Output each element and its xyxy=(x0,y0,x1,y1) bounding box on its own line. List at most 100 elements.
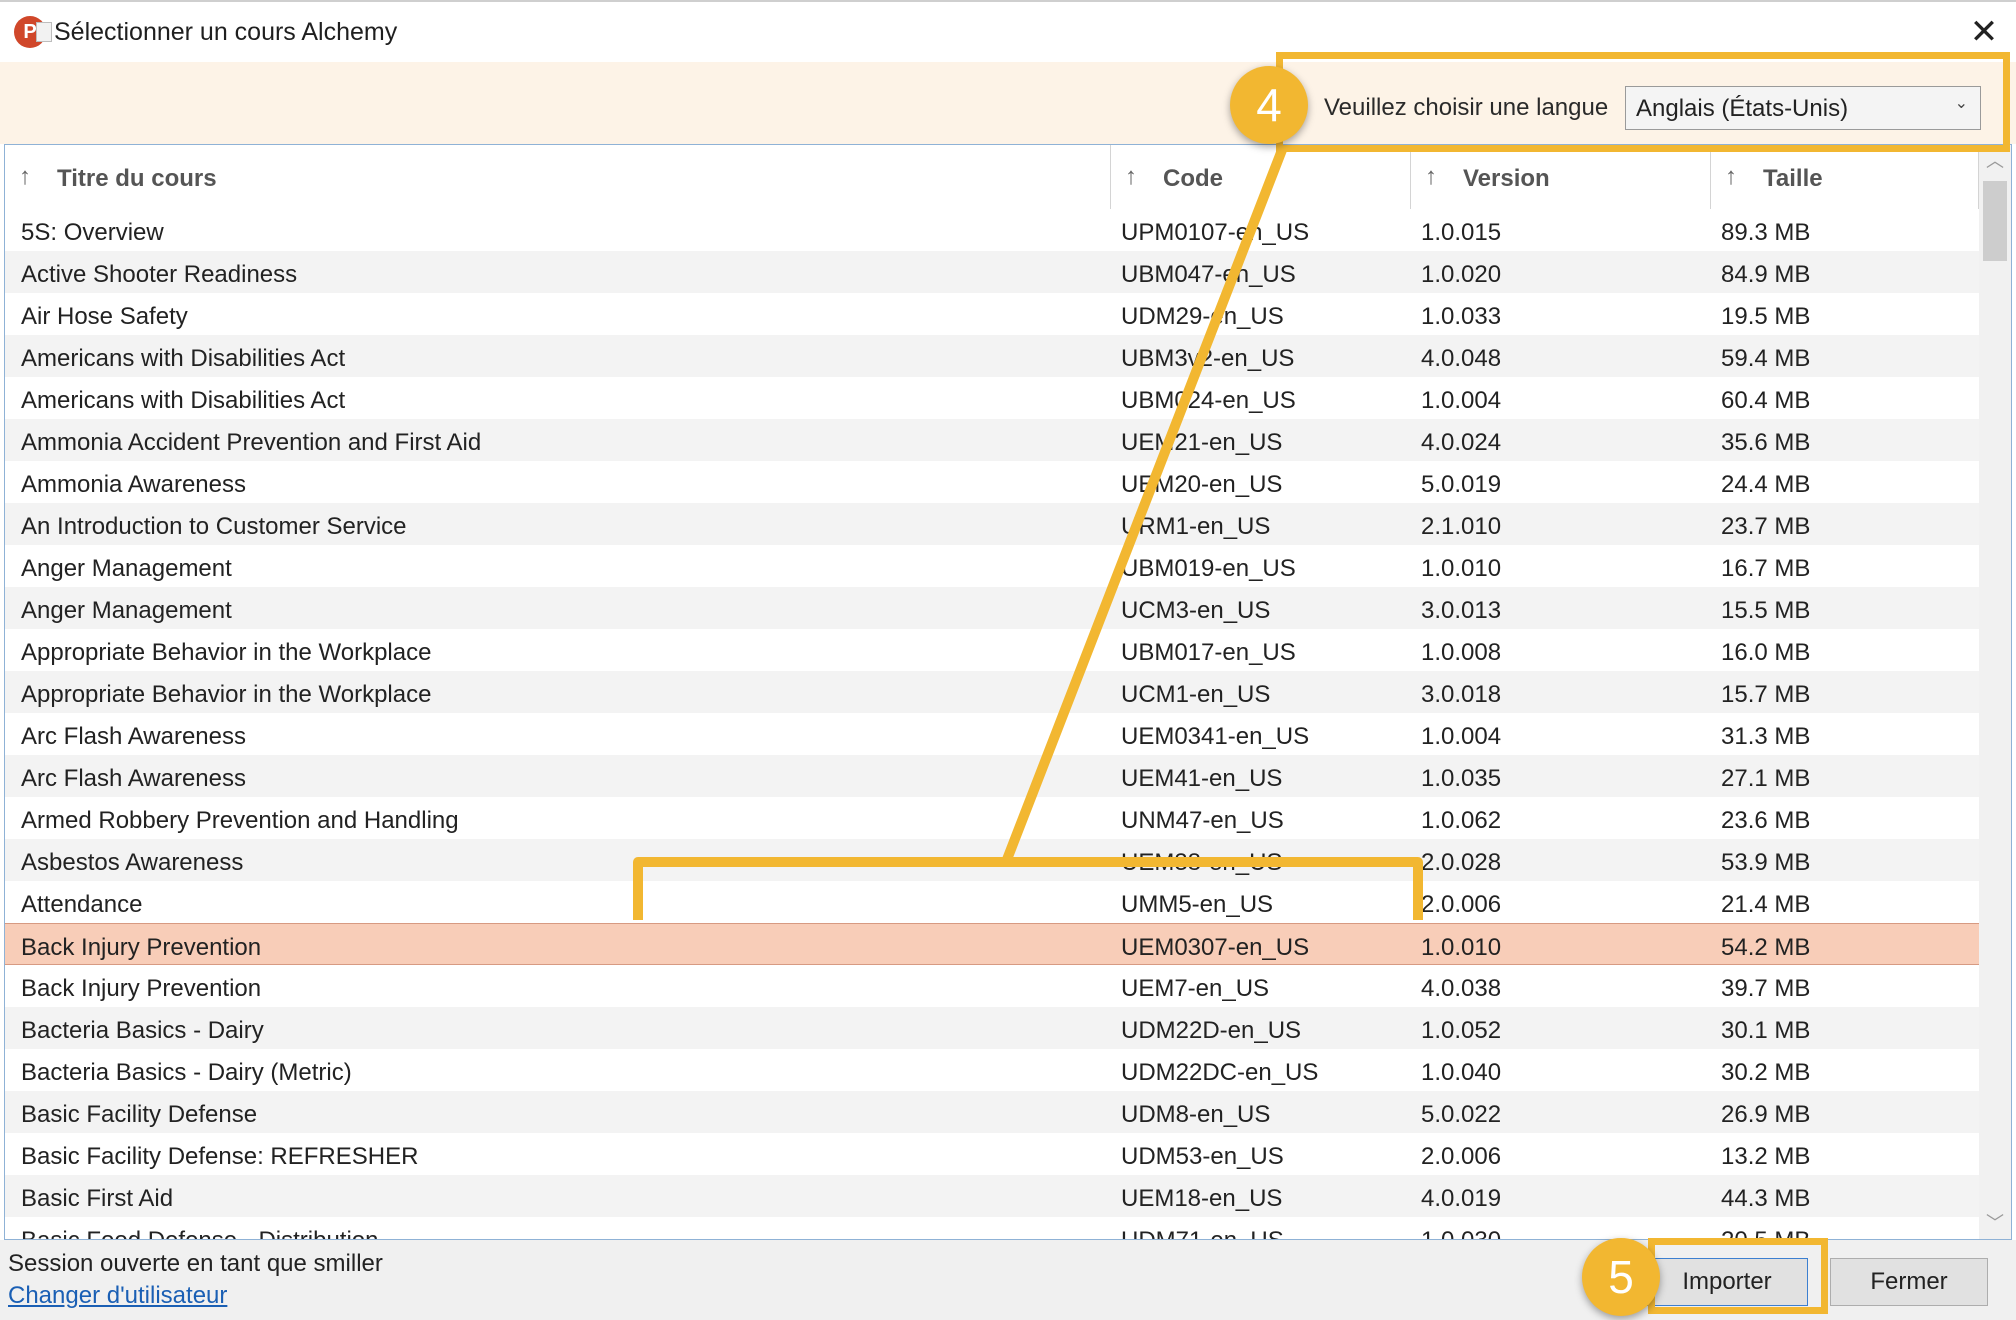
course-title-cell: Asbestos Awareness xyxy=(21,849,244,876)
table-row[interactable]: Basic First Aid UEM18-en_US 4.0.019 44.3 MB xyxy=(5,1175,1979,1217)
course-code-cell: UEM18-en_US xyxy=(1121,1185,1283,1212)
table-row[interactable]: Asbestos Awareness UEM38-en_US 2.0.028 53.9… xyxy=(5,839,1979,881)
table-row[interactable]: Arc Flash Awareness UEM41-en_US 1.0.035 27.… xyxy=(5,755,1979,797)
course-size-cell: 13.2 MB xyxy=(1721,1143,1811,1170)
table-row[interactable]: Bacteria Basics - Dairy UDM22D-en_US 1.0.0… xyxy=(5,1007,1979,1049)
step5-badge: 5 xyxy=(1582,1238,1660,1316)
table-row[interactable]: An Introduction to Customer Service URM1-… xyxy=(5,503,1979,545)
course-size-cell: 19.5 MB xyxy=(1721,303,1811,330)
course-title-cell: Back Injury Prevention xyxy=(21,975,262,1002)
course-version-cell: 1.0.004 xyxy=(1421,723,1502,750)
course-version-cell: 1.0.020 xyxy=(1421,261,1502,288)
table-row[interactable]: 5S: Overview UPM0107-en_US 1.0.015 89.3 MB xyxy=(5,209,1979,251)
course-code-cell: UEM0307-en_US xyxy=(1121,934,1310,961)
course-rows: 5S: Overview UPM0107-en_US 1.0.015 89.3 MB A… xyxy=(5,209,1979,1239)
course-version-cell: 1.0.035 xyxy=(1421,765,1502,792)
course-size-cell: 15.7 MB xyxy=(1721,681,1811,708)
course-version-cell: 1.0.062 xyxy=(1421,807,1502,834)
table-row[interactable]: Ammonia Awareness UEM20-en_US 5.0.019 24.4 … xyxy=(5,461,1979,503)
course-code-cell: UBM019-en_US xyxy=(1121,555,1296,582)
course-size-cell: 30.1 MB xyxy=(1721,1017,1811,1044)
close-button[interactable]: Fermer xyxy=(1830,1258,1988,1306)
course-version-cell: 1.0.040 xyxy=(1421,1059,1502,1086)
list-header: ↑ Titre du cours ↑ Code ↑ Version ↑ Tail… xyxy=(5,145,1979,210)
course-version-cell: 4.0.048 xyxy=(1421,345,1502,372)
course-title-cell: Attendance xyxy=(21,891,143,918)
course-title-cell: Appropriate Behavior in the Workplace xyxy=(21,639,432,666)
course-size-cell: 21.4 MB xyxy=(1721,891,1811,918)
course-size-cell: 39.7 MB xyxy=(1721,975,1811,1002)
scroll-down-icon[interactable]: ﹀ xyxy=(1979,1207,2011,1239)
course-title-cell: Air Hose Safety xyxy=(21,303,188,330)
course-size-cell: 27.1 MB xyxy=(1721,765,1811,792)
table-row[interactable]: Americans with Disabilities Act UBM3v2-en… xyxy=(5,335,1979,377)
course-version-cell: 1.0.030 xyxy=(1421,1227,1501,1239)
column-header-size[interactable]: ↑ Taille xyxy=(1711,145,1979,209)
table-row[interactable]: Appropriate Behavior in the Workplace UCM… xyxy=(5,671,1979,713)
course-size-cell: 60.4 MB xyxy=(1721,387,1811,414)
window-title: Sélectionner un cours Alchemy xyxy=(54,18,398,46)
switch-user-link[interactable]: Changer d'utilisateur xyxy=(8,1282,227,1310)
column-header-version[interactable]: ↑ Version xyxy=(1411,145,1711,209)
course-title-cell: Back Injury Prevention xyxy=(21,934,262,961)
course-version-cell: 4.0.038 xyxy=(1421,975,1502,1002)
table-row[interactable]: Basic Facility Defense: REFRESHER UDM53-e… xyxy=(5,1133,1979,1175)
course-size-cell: 84.9 MB xyxy=(1721,261,1811,288)
session-status: Session ouverte en tant que smiller xyxy=(8,1250,383,1277)
column-header-title[interactable]: ↑ Titre du cours xyxy=(5,145,1111,209)
course-title-cell: Arc Flash Awareness xyxy=(21,723,246,750)
table-row[interactable]: Armed Robbery Prevention and Handling UNM… xyxy=(5,797,1979,839)
course-version-cell: 1.0.008 xyxy=(1421,639,1502,666)
course-size-cell: 26.9 MB xyxy=(1721,1101,1811,1128)
course-title-cell: An Introduction to Customer Service xyxy=(21,513,407,540)
table-row[interactable]: Back Injury Prevention UEM7-en_US 4.0.038 3… xyxy=(5,965,1979,1007)
table-row[interactable]: Americans with Disabilities Act UBM024-en… xyxy=(5,377,1979,419)
course-version-cell: 4.0.019 xyxy=(1421,1185,1502,1212)
course-size-cell: 15.5 MB xyxy=(1721,597,1811,624)
table-row[interactable]: Appropriate Behavior in the Workplace UBM… xyxy=(5,629,1979,671)
course-version-cell: 1.0.010 xyxy=(1421,934,1502,961)
course-version-cell: 3.0.013 xyxy=(1421,597,1502,624)
table-row[interactable]: Bacteria Basics - Dairy (Metric) UDM22DC-… xyxy=(5,1049,1979,1091)
course-code-cell: URM1-en_US xyxy=(1121,513,1271,540)
table-row[interactable]: Basic Food Defense - Distribution UDM71-e… xyxy=(5,1217,1979,1239)
table-row[interactable]: Air Hose Safety UDM29-en_US 1.0.033 19.5 MB xyxy=(5,293,1979,335)
step4-badge: 4 xyxy=(1230,66,1308,144)
vertical-scrollbar[interactable]: ︿ ﹀ xyxy=(1979,145,2011,1239)
table-row[interactable]: Attendance UMM5-en_US 2.0.006 21.4 MB xyxy=(5,881,1979,923)
course-title-cell: 5S: Overview xyxy=(21,219,164,246)
course-code-cell: UDM22DC-en_US xyxy=(1121,1059,1319,1086)
close-window-button[interactable]: ✕ xyxy=(1960,10,2008,54)
course-title-cell: Basic Facility Defense xyxy=(21,1101,258,1128)
table-row-selected[interactable]: Back Injury Prevention UEM0307-en_US 1.0.0… xyxy=(5,923,1979,965)
column-header-label: Version xyxy=(1463,165,1550,192)
table-row[interactable]: Ammonia Accident Prevention and First Ai… xyxy=(5,419,1979,461)
course-version-cell: 1.0.052 xyxy=(1421,1017,1502,1044)
column-header-code[interactable]: ↑ Code xyxy=(1111,145,1411,209)
course-code-cell: UBM3v2-en_US xyxy=(1121,345,1295,372)
course-code-cell: UDM29-en_US xyxy=(1121,303,1284,330)
course-title-cell: Ammonia Awareness xyxy=(21,471,246,498)
course-title-cell: Anger Management xyxy=(21,597,232,624)
table-row[interactable]: Arc Flash Awareness UEM0341-en_US 1.0.004 3… xyxy=(5,713,1979,755)
course-size-cell: 59.4 MB xyxy=(1721,345,1811,372)
table-row[interactable]: Active Shooter Readiness UBM047-en_US 1.0.… xyxy=(5,251,1979,293)
column-header-label: Titre du cours xyxy=(57,165,217,192)
course-version-cell: 5.0.019 xyxy=(1421,471,1502,498)
course-title-cell: Basic First Aid xyxy=(21,1185,174,1212)
course-code-cell: UCM3-en_US xyxy=(1121,597,1271,624)
table-row[interactable]: Anger Management UCM3-en_US 3.0.013 15.5 MB xyxy=(5,587,1979,629)
powerpoint-icon: P xyxy=(14,16,52,48)
course-list: ↑ Titre du cours ↑ Code ↑ Version ↑ Tail… xyxy=(4,144,2012,1240)
course-version-cell: 5.0.022 xyxy=(1421,1101,1502,1128)
course-size-cell: 31.3 MB xyxy=(1721,723,1811,750)
course-version-cell: 1.0.004 xyxy=(1421,387,1502,414)
course-size-cell: 54.2 MB xyxy=(1721,934,1811,961)
course-title-cell: Basic Facility Defense: REFRESHER xyxy=(21,1143,419,1170)
scrollbar-thumb[interactable] xyxy=(1983,181,2007,261)
course-code-cell: UPM0107-en_US xyxy=(1121,219,1310,246)
course-size-cell: 23.7 MB xyxy=(1721,513,1811,540)
course-title-cell: Appropriate Behavior in the Workplace xyxy=(21,681,432,708)
table-row[interactable]: Anger Management UBM019-en_US 1.0.010 16.7 … xyxy=(5,545,1979,587)
table-row[interactable]: Basic Facility Defense UDM8-en_US 5.0.022 2… xyxy=(5,1091,1979,1133)
